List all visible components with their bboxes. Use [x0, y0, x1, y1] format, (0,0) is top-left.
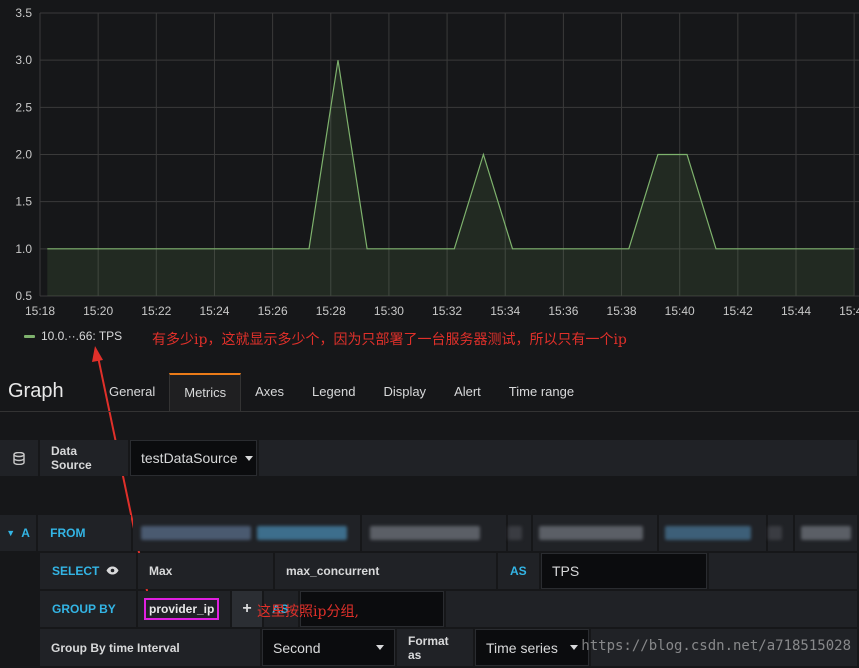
tab-legend[interactable]: Legend	[298, 373, 369, 411]
from-segment-blurred[interactable]	[508, 515, 531, 551]
select-field[interactable]: max_concurrent	[275, 553, 496, 589]
groupby-tag[interactable]: provider_ip	[138, 591, 230, 627]
interval-value: Second	[273, 639, 321, 656]
tab-alert[interactable]: Alert	[440, 373, 495, 411]
tab-divider	[0, 411, 859, 412]
tab-metrics[interactable]: Metrics	[169, 373, 242, 411]
chevron-down-icon	[376, 645, 384, 650]
from-measurement-blurred[interactable]	[132, 515, 360, 551]
from-keyword: FROM	[38, 515, 131, 551]
blurred-text	[256, 526, 347, 540]
groupby-filler	[446, 591, 857, 627]
datasource-row: Data Source testDataSource	[0, 440, 859, 476]
from-segment-blurred[interactable]	[768, 515, 793, 551]
from-segment-blurred[interactable]	[532, 515, 658, 551]
datasource-value: testDataSource	[141, 450, 238, 466]
tab-display[interactable]: Display	[369, 373, 440, 411]
datasource-filler	[259, 440, 857, 476]
groupby-tag-label: provider_ip	[144, 598, 220, 620]
tab-axes[interactable]: Axes	[241, 373, 298, 411]
editor-tabs: General Metrics Axes Legend Display Aler…	[95, 373, 588, 411]
blurred-text	[801, 526, 851, 540]
select-keyword-label: SELECT	[52, 564, 100, 578]
alias-keyword: AS	[498, 553, 539, 589]
select-row: SELECT Max max_concurrent AS TPS	[0, 553, 859, 589]
tab-general[interactable]: General	[95, 373, 169, 411]
collapse-caret-icon: ▼	[6, 528, 16, 538]
blurred-text	[768, 526, 783, 540]
from-segment-blurred[interactable]	[795, 515, 857, 551]
format-select[interactable]: Time series	[475, 629, 589, 666]
format-value: Time series	[486, 639, 558, 656]
interval-select[interactable]: Second	[262, 629, 395, 666]
groupby-keyword: GROUP BY	[40, 591, 136, 627]
alias-input[interactable]: TPS	[541, 553, 707, 589]
row-gutter	[0, 553, 38, 589]
database-icon	[0, 440, 38, 476]
from-segment-blurred[interactable]	[659, 515, 767, 551]
blurred-text	[538, 526, 643, 540]
row-gutter	[0, 591, 38, 627]
groupby-row: GROUP BY provider_ip + AS	[0, 591, 859, 627]
eye-icon[interactable]	[106, 564, 119, 578]
chevron-down-icon	[570, 645, 578, 650]
select-keyword[interactable]: SELECT	[40, 553, 136, 589]
blurred-text	[369, 526, 480, 540]
blurred-text	[508, 526, 523, 540]
datasource-label: Data Source	[40, 440, 128, 476]
watermark: https://blog.csdn.net/a718515028	[581, 638, 851, 654]
panel-type-title: Graph	[8, 380, 64, 402]
tab-time-range[interactable]: Time range	[495, 373, 588, 411]
interval-label: Group By time Interval	[40, 629, 260, 666]
select-function[interactable]: Max	[138, 553, 273, 589]
select-filler	[709, 553, 857, 589]
query-ref-label: A	[21, 526, 30, 540]
from-segment-blurred[interactable]	[361, 515, 507, 551]
chevron-down-icon	[244, 455, 253, 461]
groupby-annotation: 这里按照ip分组,	[257, 604, 359, 620]
query-ref-toggle[interactable]: ▼ A	[0, 515, 37, 551]
format-label: Format as	[397, 629, 473, 666]
blurred-text	[140, 526, 251, 540]
datasource-select[interactable]: testDataSource	[130, 440, 257, 476]
from-row: ▼ A FROM	[0, 515, 859, 551]
blurred-text	[665, 526, 752, 540]
